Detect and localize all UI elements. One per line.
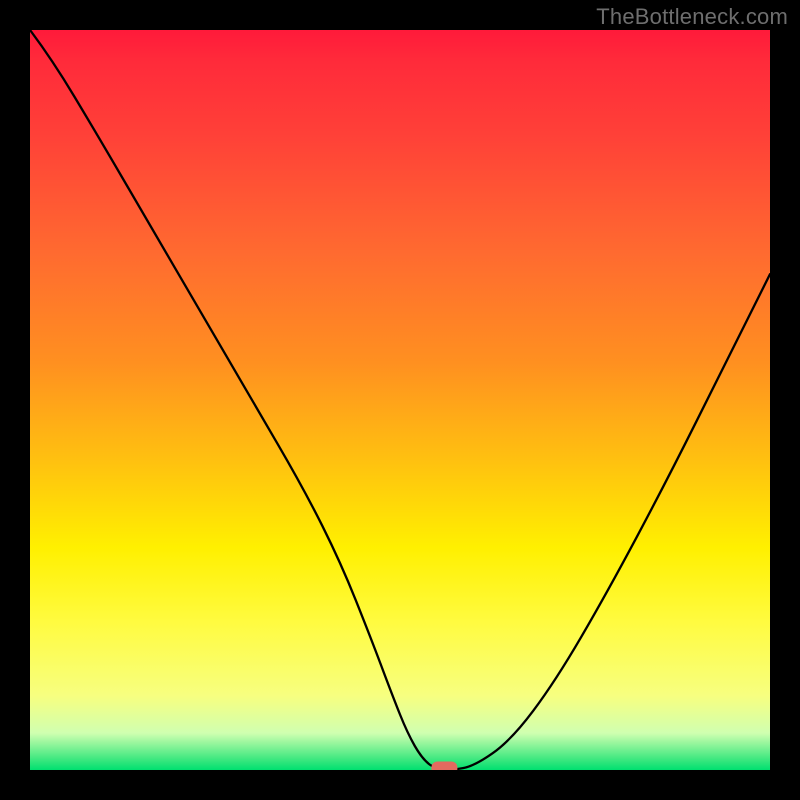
chart-svg	[30, 30, 770, 770]
bottleneck-curve	[30, 30, 770, 770]
watermark-label: TheBottleneck.com	[596, 4, 788, 30]
plot-area	[30, 30, 770, 770]
optimum-marker	[431, 762, 457, 771]
chart-frame: TheBottleneck.com	[0, 0, 800, 800]
